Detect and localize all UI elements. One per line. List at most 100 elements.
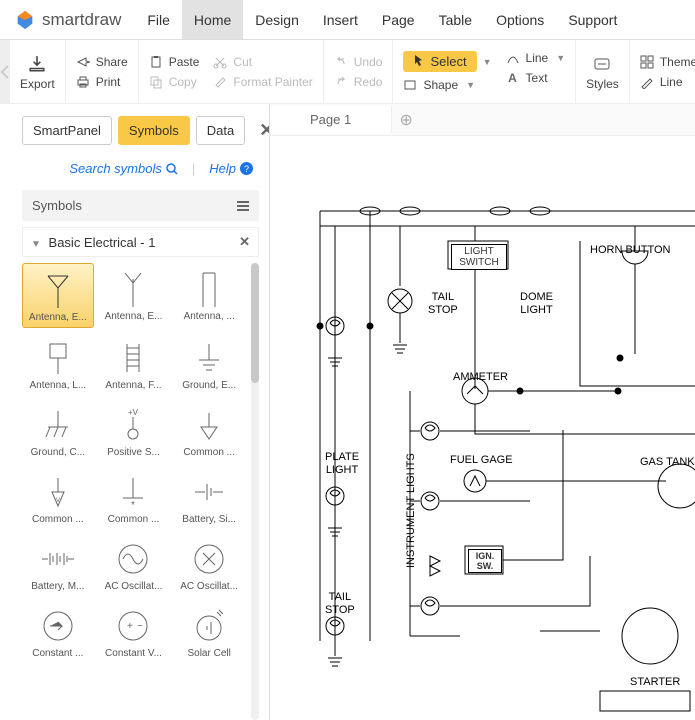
symbol-item[interactable]: Common ... bbox=[173, 399, 245, 462]
shape-button[interactable]: Shape ▼ bbox=[403, 78, 491, 92]
themes-button[interactable]: Themes bbox=[640, 55, 695, 69]
label-starter: STARTER bbox=[630, 676, 680, 689]
text-icon: A bbox=[506, 71, 520, 85]
label-dome-light: DOMELIGHT bbox=[520, 291, 553, 317]
export-button[interactable]: Export bbox=[20, 53, 55, 91]
menu-support[interactable]: Support bbox=[556, 0, 629, 39]
symbol-item[interactable]: Antenna, L... bbox=[22, 332, 94, 395]
line-icon bbox=[506, 51, 520, 65]
select-dropdown[interactable]: ▼ bbox=[483, 57, 492, 67]
menu-design[interactable]: Design bbox=[243, 0, 311, 39]
tab-smartpanel[interactable]: SmartPanel bbox=[22, 116, 112, 145]
redo-icon bbox=[334, 75, 348, 89]
symbol-item[interactable]: AC Oscillat... bbox=[98, 533, 170, 596]
menu-file[interactable]: File bbox=[135, 0, 182, 39]
svg-text:+V: +V bbox=[128, 408, 139, 417]
text-button[interactable]: A Text bbox=[506, 71, 566, 85]
ac-oscillator-icon bbox=[109, 537, 157, 581]
copy-button[interactable]: Copy bbox=[149, 75, 200, 89]
label-horn-button: HORN BUTTON bbox=[590, 244, 670, 257]
app-name: smartdraw bbox=[42, 10, 121, 30]
search-symbols-link[interactable]: Search symbols bbox=[69, 161, 177, 176]
paste-icon bbox=[149, 55, 163, 69]
symbol-item[interactable]: Constant ... bbox=[22, 600, 94, 663]
battery-multi-icon bbox=[34, 537, 82, 581]
menu-insert[interactable]: Insert bbox=[311, 0, 370, 39]
select-button[interactable]: Select bbox=[403, 51, 476, 72]
app-logo: smartdraw bbox=[0, 9, 135, 31]
chevron-left-icon bbox=[0, 65, 10, 79]
undo-button[interactable]: Undo bbox=[334, 55, 383, 69]
symbol-item[interactable]: Battery, M... bbox=[22, 533, 94, 596]
symbols-section-header: Symbols bbox=[22, 190, 259, 221]
print-button[interactable]: Print bbox=[76, 75, 128, 89]
collapse-panel-button[interactable] bbox=[0, 40, 10, 103]
themes-icon bbox=[640, 55, 654, 69]
chevron-down-icon: ▼ bbox=[466, 80, 475, 90]
symbol-item[interactable]: Solar Cell bbox=[173, 600, 245, 663]
search-icon bbox=[166, 163, 178, 175]
ground-chassis-icon bbox=[34, 403, 82, 447]
symbol-item[interactable]: Ground, E... bbox=[173, 332, 245, 395]
constant-voltage-icon: +− bbox=[109, 604, 157, 648]
line-button[interactable]: Line ▼ bbox=[506, 51, 566, 65]
battery-icon bbox=[185, 470, 233, 514]
format-painter-button[interactable]: Format Painter bbox=[213, 75, 312, 89]
ground-icon bbox=[185, 336, 233, 380]
paste-button[interactable]: Paste bbox=[149, 55, 200, 69]
cut-button[interactable]: Cut bbox=[213, 55, 312, 69]
styles-button[interactable]: Styles bbox=[586, 53, 619, 91]
svg-text:V: V bbox=[56, 498, 60, 504]
symbol-item[interactable]: * Common ... bbox=[98, 466, 170, 529]
copy-icon bbox=[149, 75, 163, 89]
symbols-menu-button[interactable] bbox=[237, 201, 249, 211]
symbol-item[interactable]: Ground, C... bbox=[22, 399, 94, 462]
tab-symbols[interactable]: Symbols bbox=[118, 116, 190, 145]
symbol-item[interactable]: +V Positive S... bbox=[98, 399, 170, 462]
document-tabs: Page 1 ⊕ bbox=[270, 104, 695, 136]
symbol-group-header[interactable]: ▼ Basic Electrical - 1 ✕ bbox=[22, 227, 259, 257]
drawing-canvas[interactable]: TAILSTOP DOMELIGHT LIGHTSWITCH HORN BUTT… bbox=[270, 136, 695, 720]
redo-button[interactable]: Redo bbox=[334, 75, 383, 89]
menu-home[interactable]: Home bbox=[182, 0, 243, 39]
line-style-button[interactable]: Line bbox=[640, 75, 695, 89]
add-page-button[interactable]: ⊕ bbox=[392, 110, 420, 130]
chevron-down-icon: ▼ bbox=[556, 53, 565, 63]
symbol-item[interactable]: Antenna, ... bbox=[173, 263, 245, 328]
share-button[interactable]: Share bbox=[76, 55, 128, 69]
symbol-grid: Antenna, E... Antenna, E... Antenna, ...… bbox=[22, 263, 259, 663]
label-fuel-gage: FUEL GAGE bbox=[450, 454, 513, 467]
symbol-item[interactable]: Antenna, E... bbox=[98, 263, 170, 328]
panel-close-button[interactable]: ✕ bbox=[259, 120, 270, 141]
symbol-item[interactable]: Antenna, E... bbox=[22, 263, 94, 328]
print-icon bbox=[76, 75, 90, 89]
symbol-item[interactable]: Antenna, F... bbox=[98, 332, 170, 395]
antenna-loop-icon bbox=[34, 336, 82, 380]
menu-page[interactable]: Page bbox=[370, 0, 427, 39]
export-icon bbox=[26, 53, 48, 75]
help-link[interactable]: Help ? bbox=[209, 161, 253, 176]
antenna-icon bbox=[34, 268, 82, 312]
cut-icon bbox=[213, 55, 227, 69]
circuit-diagram bbox=[270, 136, 695, 720]
symbol-item[interactable]: AC Oscillat... bbox=[173, 533, 245, 596]
share-icon bbox=[76, 55, 90, 69]
pencil-icon bbox=[640, 75, 654, 89]
label-ammeter: AMMETER bbox=[453, 371, 508, 384]
scrollbar-thumb[interactable] bbox=[251, 263, 259, 383]
tab-data[interactable]: Data bbox=[196, 116, 245, 145]
page-tab[interactable]: Page 1 bbox=[270, 106, 392, 133]
symbol-item[interactable]: +− Constant V... bbox=[98, 600, 170, 663]
menu-options[interactable]: Options bbox=[484, 0, 556, 39]
solar-cell-icon bbox=[185, 604, 233, 648]
canvas-area: Page 1 ⊕ bbox=[270, 104, 695, 720]
label-gas-tank: GAS TANK bbox=[640, 456, 695, 469]
common-icon: * bbox=[109, 470, 157, 514]
close-icon[interactable]: ✕ bbox=[239, 234, 250, 250]
symbol-item[interactable]: V Common ... bbox=[22, 466, 94, 529]
common-icon bbox=[185, 403, 233, 447]
undo-icon bbox=[334, 55, 348, 69]
symbol-item[interactable]: Battery, Si... bbox=[173, 466, 245, 529]
positive-supply-icon: +V bbox=[109, 403, 157, 447]
menu-table[interactable]: Table bbox=[427, 0, 484, 39]
